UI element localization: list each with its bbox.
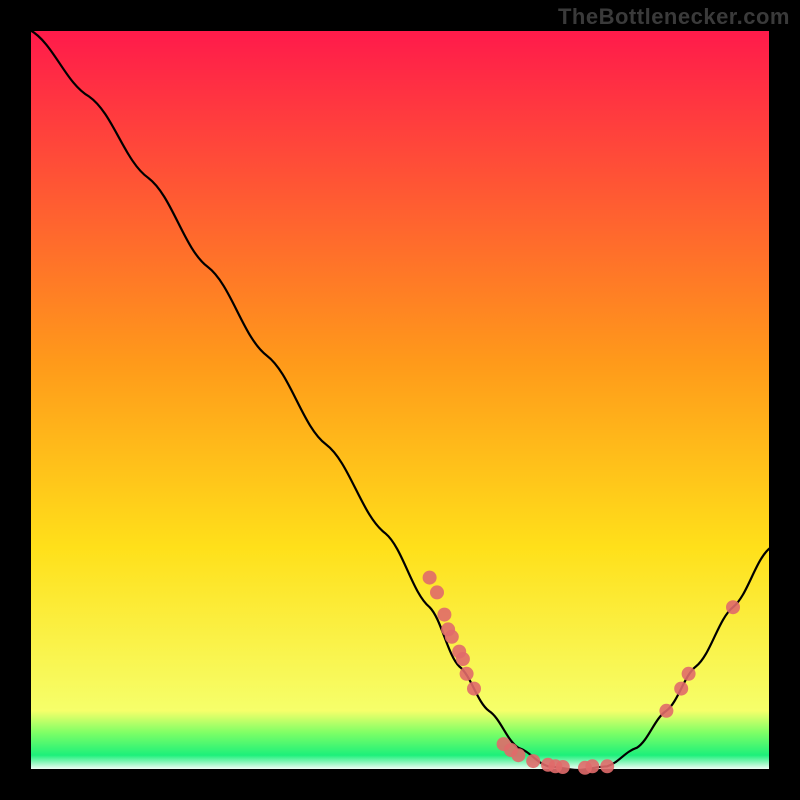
curve-marker: [460, 667, 474, 681]
curve-marker: [467, 682, 481, 696]
curve-marker: [659, 704, 673, 718]
curve-marker: [511, 748, 525, 762]
curve-marker: [674, 682, 688, 696]
curve-marker: [585, 759, 599, 773]
curve-marker: [437, 608, 451, 622]
curve-marker: [526, 754, 540, 768]
curve-marker: [430, 585, 444, 599]
curve-marker: [556, 760, 570, 774]
bottleneck-chart: [0, 0, 800, 800]
curve-marker: [423, 571, 437, 585]
watermark-text: TheBottlenecker.com: [558, 4, 790, 30]
curve-marker: [726, 600, 740, 614]
plot-background: [30, 30, 770, 770]
curve-marker: [682, 667, 696, 681]
chart-container: TheBottlenecker.com: [0, 0, 800, 800]
curve-marker: [445, 630, 459, 644]
curve-marker: [456, 652, 470, 666]
curve-marker: [600, 759, 614, 773]
